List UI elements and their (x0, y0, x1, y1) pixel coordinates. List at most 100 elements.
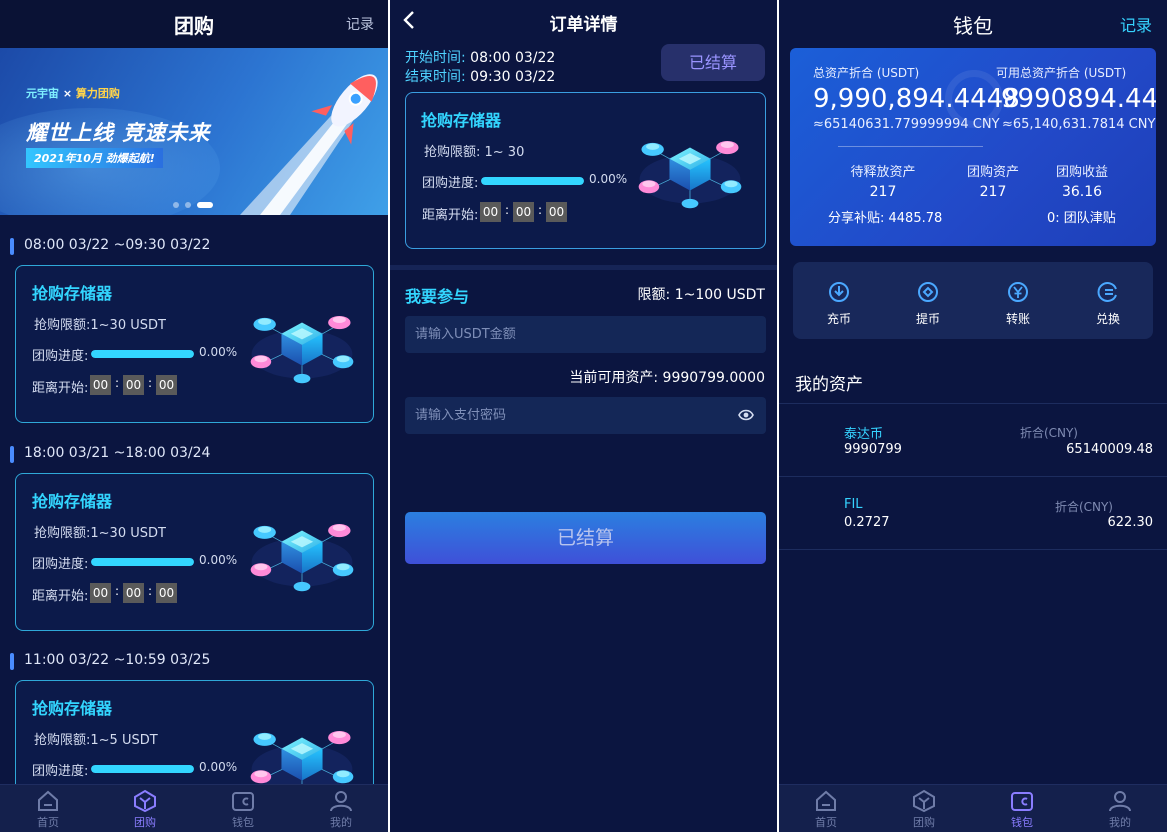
tab-wallet[interactable]: 钱包 (990, 789, 1054, 830)
countdown-hours: 00 (480, 202, 501, 222)
progress-fill (91, 558, 194, 566)
group-buy-header: 团购 记录 (0, 0, 388, 48)
total-assets-value: 9,990,894.4448 (813, 84, 1020, 114)
progress-percent: 0.00% (199, 760, 238, 774)
total-assets-cny: ≈65140631.779999994 CNY (813, 117, 1000, 132)
action-label: 提币 (915, 312, 940, 326)
progress-fill (481, 177, 584, 185)
stat-value: 217 (869, 184, 897, 200)
carousel-dot[interactable] (173, 202, 179, 208)
stat-label: 待释放资产 (850, 165, 916, 180)
product-card[interactable]: 抢购存储器 抢购限额:1~30 USDT 团购进度: 0.00% 距离开始: 0… (15, 473, 374, 631)
start-time: 开始时间: 08:00 03/22 (405, 47, 555, 67)
countdown-hours: 00 (90, 583, 111, 603)
exchange-button[interactable]: 兑换 (1083, 280, 1133, 327)
banner-slogan: 耀世上线 竞速未来 (26, 121, 211, 145)
countdown-minutes: 00 (513, 202, 534, 222)
eye-icon[interactable] (738, 408, 754, 422)
tab-profile[interactable]: 我的 (309, 789, 373, 830)
wallet-icon (232, 792, 254, 811)
countdown-sep: : (115, 584, 120, 598)
asset-fold-label: 折合(CNY) (1019, 426, 1078, 440)
product-card: 抢购存储器 抢购限额: 1~ 30 团购进度: 0.00% 距离开始: 00 :… (405, 92, 766, 249)
asset-name: FIL (844, 497, 863, 512)
carousel-dot[interactable] (185, 202, 191, 208)
countdown-label: 距离开始: (32, 381, 89, 396)
deposit-icon (829, 282, 849, 302)
deposit-button[interactable]: 充币 (814, 280, 864, 327)
countdown-hours: 00 (90, 375, 111, 395)
product-card[interactable]: 抢购存储器 抢购限额:1~30 USDT 团购进度: 0.00% 距离开始: 0… (15, 265, 374, 423)
wallet-icon (1011, 792, 1033, 811)
tab-label: 首页 (37, 816, 59, 829)
withdraw-icon (918, 282, 938, 302)
tab-group-buy[interactable]: 团购 (892, 789, 956, 830)
tab-home[interactable]: 首页 (794, 789, 858, 830)
records-link[interactable]: 记录 (1120, 12, 1152, 36)
usdt-amount-input[interactable] (405, 316, 766, 353)
section-time-range: 08:00 03/22 ~09:30 03/22 (10, 237, 211, 255)
asset-quantity: 9990799 (844, 442, 902, 457)
tab-wallet[interactable]: 钱包 (211, 789, 275, 830)
time-range-text: 18:00 03/21 ~18:00 03/24 (24, 445, 211, 461)
promo-banner[interactable]: 元宇宙 × 算力团购 耀世上线 竞速未来 2021年10月 劲爆起航! (0, 48, 388, 215)
user-icon (330, 791, 352, 812)
join-title: 我要参与 (405, 287, 470, 306)
wallet-screen: 钱包 记录 总资产折合 (USDT) 可用总资产折合 (USDT) 9,990,… (779, 0, 1167, 832)
progress-bar (481, 177, 584, 185)
card-limit: 抢购限额:1~5 USDT (34, 733, 158, 748)
tab-label: 团购 (913, 816, 935, 829)
card-title: 抢购存储器 (32, 284, 113, 303)
tab-label: 我的 (1109, 816, 1131, 829)
tab-group-buy[interactable]: 团购 (113, 789, 177, 830)
action-label: 转账 (1005, 312, 1030, 326)
server-illustration (246, 510, 358, 594)
tab-home[interactable]: 首页 (16, 789, 80, 830)
brand-left: 元宇宙 (26, 87, 59, 100)
time-range-text: 11:00 03/22 ~10:59 03/25 (24, 652, 211, 668)
join-limit: 限额: 1~100 USDT (637, 287, 765, 303)
card-limit: 抢购限额:1~30 USDT (34, 526, 166, 541)
divider (779, 549, 1167, 550)
asset-quantity: 0.2727 (844, 515, 890, 530)
available-assets-label: 可用总资产折合 (USDT) (996, 66, 1127, 80)
server-illustration (634, 127, 746, 211)
rocket-illustration (240, 74, 378, 215)
team-bonus: 0: 团队津贴 (1047, 211, 1116, 226)
asset-name: 泰达币 (844, 427, 884, 442)
withdraw-button[interactable]: 提币 (903, 280, 953, 327)
group-buy-icon (913, 789, 935, 813)
action-label: 兑换 (1095, 312, 1120, 326)
stat-value: 217 (979, 184, 1007, 200)
countdown-seconds: 00 (156, 583, 177, 603)
progress-percent: 0.00% (199, 553, 238, 567)
time-range-text: 08:00 03/22 ~09:30 03/22 (24, 237, 211, 253)
countdown-seconds: 00 (546, 202, 567, 222)
records-link[interactable]: 记录 (346, 14, 374, 34)
bottom-tabbar: 首页 团购 钱包 我的 (779, 784, 1167, 832)
divider (779, 476, 1167, 477)
pay-password-input[interactable] (405, 397, 766, 434)
tab-label: 钱包 (1011, 816, 1033, 829)
stat-label: 团购资产 (966, 165, 1019, 180)
end-time: 结束时间: 09:30 03/22 (405, 66, 555, 86)
submit-button[interactable]: 已结算 (405, 512, 766, 564)
progress-label: 团购进度: (422, 176, 479, 191)
tab-label: 团购 (134, 816, 156, 829)
progress-fill (91, 765, 194, 773)
tab-profile[interactable]: 我的 (1088, 789, 1152, 830)
progress-bar (91, 558, 194, 566)
page-title: 团购 (174, 14, 214, 38)
end-time-value: 09:30 03/22 (470, 69, 556, 85)
asset-fold-label: 折合(CNY) (1054, 500, 1113, 514)
page-title: 钱包 (953, 14, 993, 38)
transfer-button[interactable]: 转账 (993, 280, 1043, 327)
tab-label: 钱包 (232, 816, 254, 829)
stat-value: 36.16 (1061, 184, 1103, 200)
tab-label: 首页 (815, 816, 837, 829)
card-limit: 抢购限额: 1~ 30 (424, 145, 525, 160)
end-time-label: 结束时间: (405, 69, 466, 85)
carousel-dot-active[interactable] (197, 202, 213, 208)
group-buy-icon (134, 789, 156, 813)
divider (838, 146, 983, 147)
